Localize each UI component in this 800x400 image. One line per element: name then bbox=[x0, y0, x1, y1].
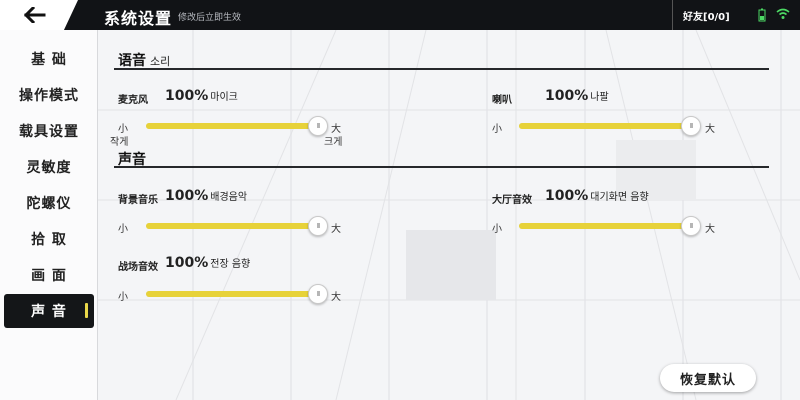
sidebar-item-graphics[interactable]: 画 面 bbox=[4, 258, 94, 292]
sidebar-item-sound[interactable]: 声 音 bbox=[4, 294, 94, 328]
slider-knob[interactable]: III bbox=[681, 216, 701, 236]
battle-sfx-percent: 100% bbox=[165, 255, 209, 271]
battle-sfx-value: 100% 전장 음향 bbox=[165, 255, 250, 271]
mic-label: 麦克风 bbox=[118, 95, 148, 106]
slider-fill bbox=[519, 123, 691, 129]
battle-sfx-slider[interactable]: III bbox=[146, 284, 328, 304]
mic-volume-slider[interactable]: III bbox=[146, 116, 328, 136]
voice-section-divider bbox=[114, 68, 769, 70]
slider-fill bbox=[146, 123, 318, 129]
battle-sfx-label: 战场音效 bbox=[118, 262, 158, 273]
bgm-value: 100% 배경음악 bbox=[165, 188, 247, 204]
slider-fill bbox=[519, 223, 691, 229]
slider-knob[interactable]: III bbox=[681, 116, 701, 136]
active-indicator bbox=[85, 303, 88, 318]
mic-value: 100% 마이크 bbox=[165, 88, 238, 104]
bgm-percent: 100% bbox=[165, 188, 209, 204]
lobby-sfx-max-label: 大 bbox=[705, 224, 715, 235]
lobby-sfx-value: 100% 대기화면 음향 bbox=[545, 188, 649, 204]
slider-fill bbox=[146, 223, 318, 229]
sidebar-item-control-mode[interactable]: 操作模式 bbox=[4, 78, 94, 112]
sidebar-item-sensitivity[interactable]: 灵敏度 bbox=[4, 150, 94, 184]
settings-sidebar: 基 础 操作模式 载具设置 灵敏度 陀螺仪 拾 取 画 面 声 音 bbox=[0, 30, 98, 400]
mic-min-native-label: 작게 bbox=[110, 137, 129, 148]
sidebar-item-vehicle[interactable]: 载具设置 bbox=[4, 114, 94, 148]
page-subtitle: 修改后立即生效 bbox=[178, 13, 242, 23]
floor-grid bbox=[96, 30, 800, 400]
battle-sfx-native-label: 전장 음향 bbox=[210, 259, 251, 270]
battery-icon bbox=[758, 8, 766, 22]
wifi-icon bbox=[776, 8, 790, 19]
bgm-min-label: 小 bbox=[118, 224, 128, 235]
page-title: 系统设置 bbox=[104, 9, 173, 28]
speaker-native-label: 나팔 bbox=[590, 92, 609, 103]
slider-knob[interactable]: III bbox=[308, 284, 328, 304]
voice-subtitle-text: 소리 bbox=[150, 55, 171, 68]
slider-knob[interactable]: III bbox=[308, 216, 328, 236]
lobby-sfx-percent: 100% bbox=[545, 188, 589, 204]
lobby-sfx-min-label: 小 bbox=[492, 224, 502, 235]
voice-title-text: 语音 bbox=[118, 53, 146, 69]
mic-max-native-label: 크게 bbox=[324, 137, 343, 148]
battle-sfx-max-label: 大 bbox=[331, 292, 341, 303]
sidebar-item-label: 声 音 bbox=[31, 304, 67, 320]
lobby-sfx-native-label: 대기화면 음향 bbox=[590, 192, 649, 203]
speaker-max-label: 大 bbox=[705, 124, 715, 135]
voice-section-title: 语音 소리 bbox=[118, 50, 170, 70]
restore-default-button[interactable]: 恢复默认 bbox=[660, 364, 756, 392]
sidebar-item-label: 灵敏度 bbox=[26, 160, 72, 176]
sidebar-item-pickup[interactable]: 拾 取 bbox=[4, 222, 94, 256]
bgm-label: 背景音乐 bbox=[118, 195, 158, 206]
speaker-min-label: 小 bbox=[492, 124, 502, 135]
sidebar-item-gyroscope[interactable]: 陀螺仪 bbox=[4, 186, 94, 220]
speaker-label: 喇叭 bbox=[492, 95, 512, 106]
sidebar-item-label: 基 础 bbox=[31, 52, 67, 68]
speaker-volume-slider[interactable]: III bbox=[519, 116, 701, 136]
lobby-sfx-label: 大厅音效 bbox=[492, 195, 532, 206]
sidebar-item-label: 画 面 bbox=[31, 268, 67, 284]
sidebar-item-label: 载具设置 bbox=[19, 124, 79, 140]
sidebar-item-basic[interactable]: 基 础 bbox=[4, 42, 94, 76]
speaker-value: 100% 나팔 bbox=[545, 88, 609, 104]
slider-fill bbox=[146, 291, 318, 297]
bgm-max-label: 大 bbox=[331, 224, 341, 235]
lobby-sfx-slider[interactable]: III bbox=[519, 216, 701, 236]
sound-section-divider bbox=[114, 166, 769, 168]
friends-count: 好友[0/0] bbox=[683, 11, 730, 23]
sidebar-item-label: 拾 取 bbox=[31, 232, 67, 248]
mic-percent: 100% bbox=[165, 88, 209, 104]
back-button[interactable] bbox=[0, 0, 78, 30]
speaker-percent: 100% bbox=[545, 88, 589, 104]
sidebar-item-label: 陀螺仪 bbox=[26, 196, 72, 212]
back-arrow-icon bbox=[24, 7, 46, 23]
bgm-native-label: 배경음악 bbox=[210, 192, 248, 203]
top-bar: 系统设置 修改后立即生效 好友[0/0] bbox=[0, 0, 800, 30]
battle-sfx-min-label: 小 bbox=[118, 292, 128, 303]
bgm-volume-slider[interactable]: III bbox=[146, 216, 328, 236]
sidebar-item-label: 操作模式 bbox=[19, 88, 79, 104]
mic-native-label: 마이크 bbox=[210, 92, 238, 103]
background-floor bbox=[96, 30, 800, 400]
